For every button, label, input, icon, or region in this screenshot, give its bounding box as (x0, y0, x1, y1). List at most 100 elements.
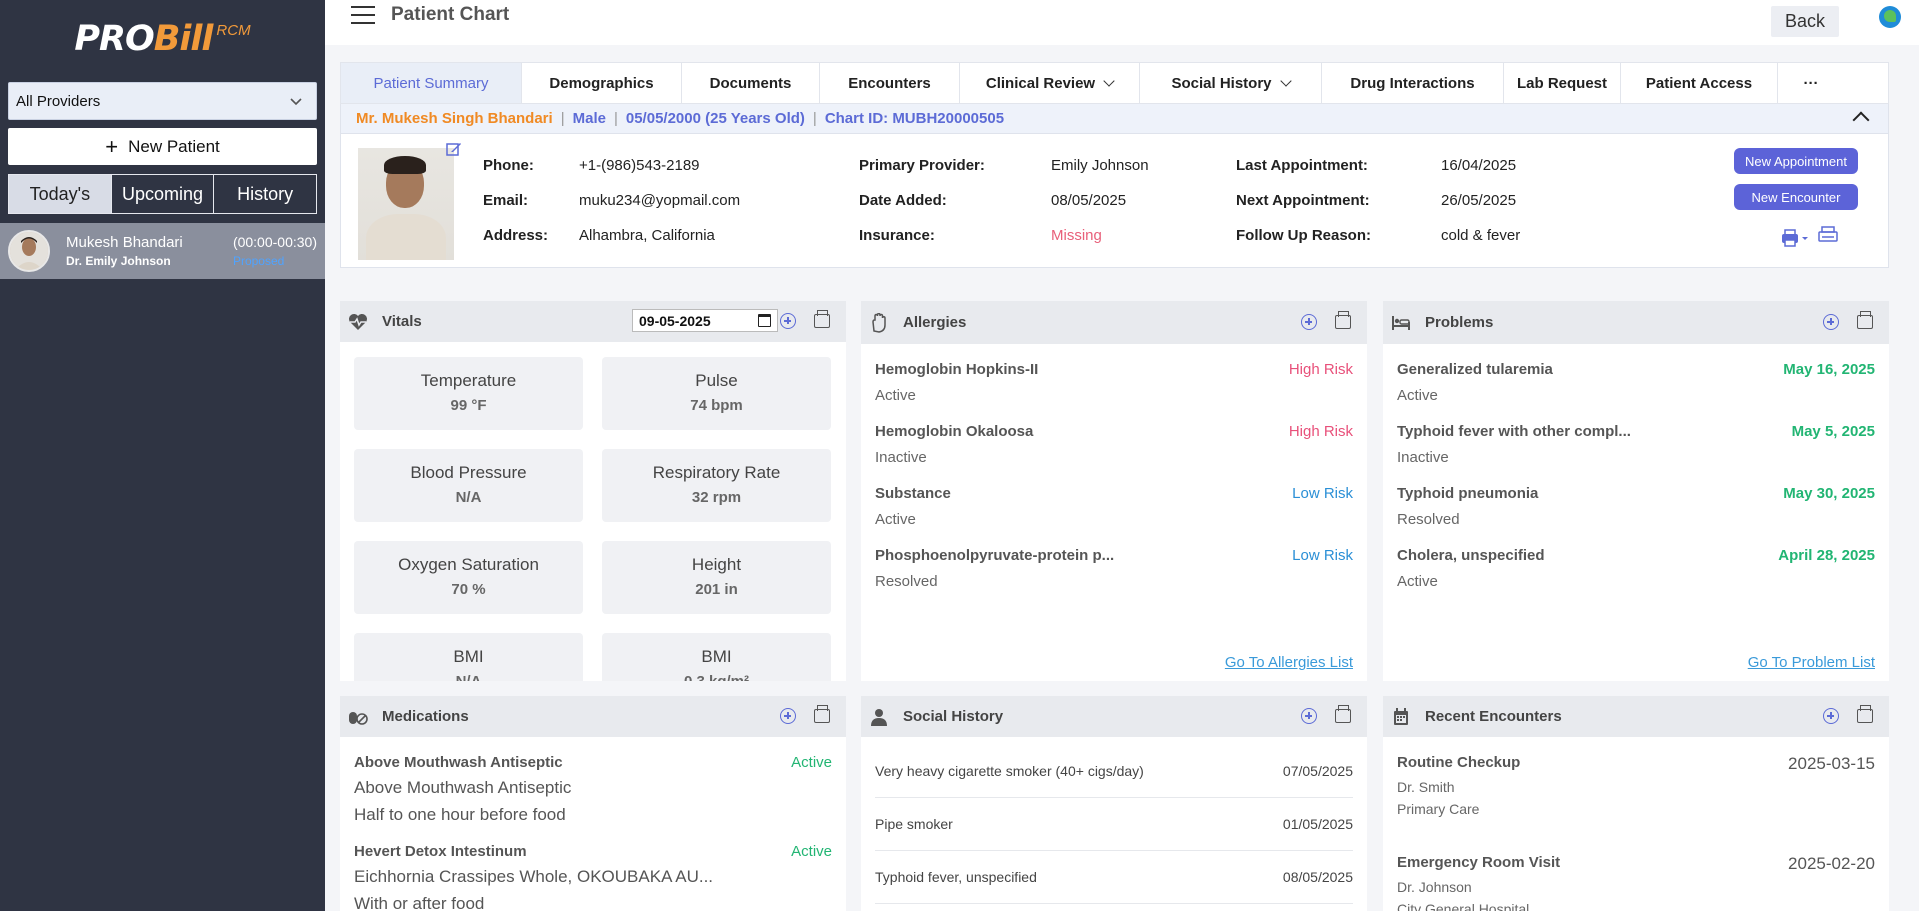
allergies-header: Allergies (861, 301, 1367, 344)
social-history-row[interactable]: Typhoid fever, unspecified 08/05/2025 (875, 851, 1353, 904)
tab-drug-interactions[interactable]: Drug Interactions (1322, 63, 1504, 103)
tab-more[interactable]: ··· (1778, 63, 1844, 103)
phone-value: +1-(986)543-2189 (579, 157, 700, 174)
tab-patient-access[interactable]: Patient Access (1621, 63, 1778, 103)
segment-today[interactable]: Today's (9, 175, 112, 213)
print-encounters-icon[interactable] (1857, 705, 1873, 723)
vital-value: N/A (455, 489, 482, 506)
phone-label: Phone: (483, 157, 534, 174)
problem-item[interactable]: Typhoid fever with other compl... Inactiv… (1397, 423, 1875, 466)
allergy-item[interactable]: Hemoglobin Okaloosa Inactive High Risk (875, 423, 1353, 466)
tab-patient-summary[interactable]: Patient Summary (341, 63, 522, 103)
back-button[interactable]: Back (1771, 6, 1839, 37)
pills-icon (348, 708, 368, 726)
allergy-item[interactable]: Substance Active Low Risk (875, 485, 1353, 528)
patient-name: Mukesh Bhandari (66, 234, 183, 251)
medication-status: Active (791, 843, 832, 860)
tab-encounters[interactable]: Encounters (820, 63, 960, 103)
allergy-item[interactable]: Phosphoenolpyruvate-protein p... Resolved… (875, 547, 1353, 590)
tab-demographics[interactable]: Demographics (522, 63, 682, 103)
social-history-text: Very heavy cigarette smoker (40+ cigs/da… (875, 763, 1144, 779)
provider-select[interactable]: All Providers (8, 82, 317, 120)
problem-item[interactable]: Typhoid pneumonia Resolved May 30, 2025 (1397, 485, 1875, 528)
social-history-date: 08/05/2025 (1282, 869, 1353, 885)
go-to-problems-link[interactable]: Go To Problem List (1748, 654, 1875, 671)
address-label: Address: (483, 227, 549, 244)
tab-social-history[interactable]: Social History (1140, 63, 1322, 103)
avatar (8, 230, 50, 272)
problems-header: Problems (1383, 301, 1889, 344)
encounter-item[interactable]: Emergency Room Visit Dr. Johnson City Ge… (1397, 854, 1875, 911)
vital-value: 74 bpm (690, 397, 743, 414)
new-patient-label: New Patient (128, 136, 220, 156)
medication-name: Above Mouthwash Antiseptic (354, 754, 563, 771)
medication-item[interactable]: Hevert Detox Intestinum Eichhornia Crass… (354, 843, 832, 911)
add-allergy-icon[interactable] (1301, 314, 1317, 330)
hand-icon (869, 312, 889, 333)
vital-label: BMI (701, 647, 732, 666)
add-encounter-icon[interactable] (1823, 708, 1839, 724)
social-history-date: 07/05/2025 (1282, 763, 1353, 779)
patient-full-name: Mr. Mukesh Singh Bhandari (356, 110, 553, 127)
tab-label: Demographics (549, 74, 654, 92)
add-vitals-icon[interactable] (780, 313, 796, 329)
print-menu-icon[interactable] (1780, 228, 1808, 247)
medication-status: Active (791, 754, 832, 771)
divider: | (560, 110, 565, 127)
vital-oxygen-saturation: Oxygen Saturation 70 % (354, 541, 583, 614)
allergy-risk: Low Risk (1292, 485, 1353, 502)
problem-item[interactable]: Cholera, unspecified Active April 28, 2025 (1397, 547, 1875, 590)
print-social-history-icon[interactable] (1335, 705, 1351, 723)
add-problem-icon[interactable] (1823, 314, 1839, 330)
problem-date: May 5, 2025 (1791, 423, 1875, 440)
heart-pulse-icon (348, 313, 368, 331)
segment-upcoming[interactable]: Upcoming (112, 175, 215, 213)
tab-lab-request[interactable]: Lab Request (1504, 63, 1621, 103)
vitals-header: Vitals 09-05-2025 (340, 301, 846, 342)
vitals-date-input[interactable]: 09-05-2025 (632, 309, 778, 332)
print-medications-icon[interactable] (814, 705, 830, 723)
vital-bmi-2: BMI 0.3 kg/m² (602, 633, 831, 681)
appointment-segment: Today's Upcoming History (8, 174, 317, 214)
add-social-history-icon[interactable] (1301, 708, 1317, 724)
add-medication-icon[interactable] (780, 708, 796, 724)
patient-list-item[interactable]: Mukesh Bhandari Dr. Emily Johnson (00:00… (0, 223, 325, 279)
problem-status: Active (1397, 573, 1438, 590)
vital-height: Height 201 in (602, 541, 831, 614)
primary-provider-label: Primary Provider: (859, 157, 985, 174)
problem-item[interactable]: Generalized tularemia Active May 16, 2025 (1397, 361, 1875, 404)
patient-doctor: Dr. Emily Johnson (66, 254, 171, 268)
allergies-title: Allergies (903, 314, 967, 331)
go-to-allergies-link[interactable]: Go To Allergies List (1225, 654, 1353, 671)
allergy-item[interactable]: Hemoglobin Hopkins-II Active High Risk (875, 361, 1353, 404)
social-history-row[interactable]: Pipe smoker 01/05/2025 (875, 798, 1353, 851)
more-icon: ··· (1803, 74, 1819, 92)
medication-description: Above Mouthwash Antiseptic (354, 778, 572, 797)
allergy-status: Active (875, 387, 916, 404)
patient-summary-panel: Phone: +1-(986)543-2189 Email: muku234@y… (340, 134, 1889, 268)
encounter-item[interactable]: Routine Checkup Dr. Smith Primary Care 2… (1397, 754, 1875, 817)
edit-photo-icon[interactable] (446, 141, 462, 157)
print-problems-icon[interactable] (1857, 311, 1873, 329)
divider: | (613, 110, 618, 127)
new-encounter-button[interactable]: New Encounter (1734, 184, 1858, 210)
new-appointment-button[interactable]: New Appointment (1734, 148, 1858, 174)
vital-value: 99 °F (450, 397, 487, 414)
hamburger-menu-icon[interactable] (351, 5, 375, 24)
print-icon[interactable] (1818, 226, 1838, 242)
tab-documents[interactable]: Documents (682, 63, 820, 103)
print-vitals-icon[interactable] (814, 310, 830, 328)
vital-label: Temperature (420, 371, 517, 390)
social-history-row[interactable]: Very heavy cigarette smoker (40+ cigs/da… (875, 745, 1353, 798)
problem-date: May 16, 2025 (1783, 361, 1875, 378)
new-patient-button[interactable]: + New Patient (8, 128, 317, 165)
tab-clinical-review[interactable]: Clinical Review (960, 63, 1140, 103)
allergy-status: Resolved (875, 573, 938, 590)
medication-item[interactable]: Above Mouthwash Antiseptic Above Mouthwa… (354, 754, 832, 825)
print-allergies-icon[interactable] (1335, 311, 1351, 329)
insurance-value[interactable]: Missing (1051, 227, 1102, 244)
divider: | (812, 110, 817, 127)
recent-encounters-title: Recent Encounters (1425, 708, 1562, 725)
problems-title: Problems (1425, 314, 1494, 331)
segment-history[interactable]: History (214, 175, 316, 213)
